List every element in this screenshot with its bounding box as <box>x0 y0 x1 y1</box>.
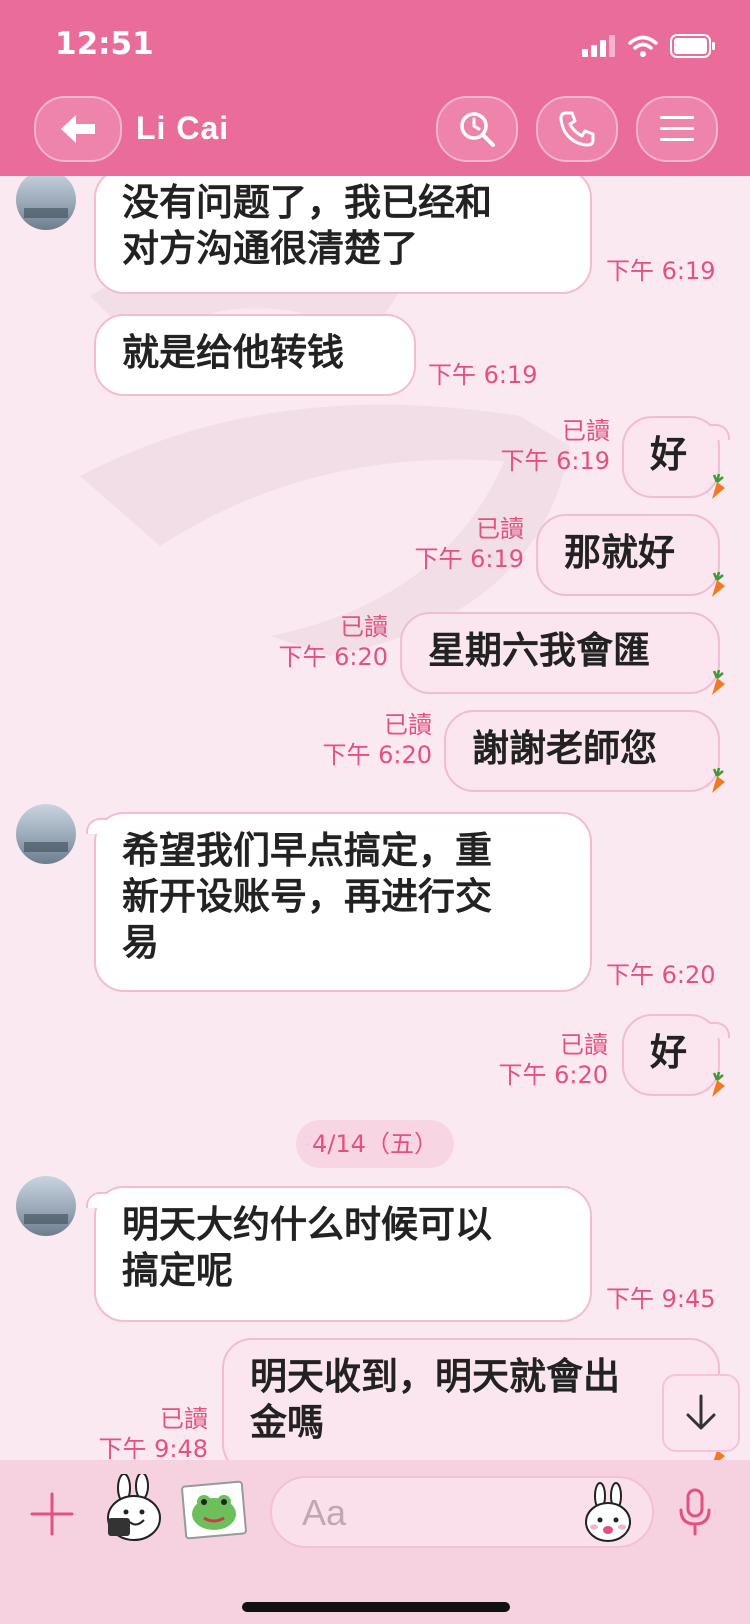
composer-bar: Aa <box>0 1460 750 1624</box>
message-time: 下午 6:19 <box>606 257 716 285</box>
message-time: 下午 6:20 <box>498 1061 608 1089</box>
bubble-tail <box>86 818 106 834</box>
menu-button[interactable] <box>636 96 718 162</box>
search-icon <box>460 112 495 147</box>
message-line: 好 <box>650 433 687 476</box>
emoji-sticker-icon[interactable] <box>582 1482 634 1544</box>
read-receipt: 已讀 <box>562 417 610 445</box>
contact-avatar[interactable] <box>16 804 76 864</box>
back-button[interactable] <box>34 96 122 162</box>
message-time: 下午 6:20 <box>322 741 432 769</box>
carrot-icon <box>712 768 725 793</box>
signal-icon <box>582 35 615 57</box>
message-time: 下午 9:45 <box>606 1285 716 1313</box>
menu-icon <box>660 116 694 141</box>
plus-icon[interactable] <box>30 1492 74 1536</box>
carrot-icon <box>712 1072 725 1097</box>
message-line: 易 <box>122 921 159 964</box>
message-input[interactable]: Aa <box>270 1476 654 1548</box>
read-receipt: 已讀 <box>560 1031 608 1059</box>
message-line: 那就好 <box>564 531 675 574</box>
message-line: 就是给他转钱 <box>122 331 344 374</box>
wifi-icon <box>628 35 658 57</box>
message-line: 新开设账号，再进行交 <box>122 875 492 918</box>
nav-row: Li Cai <box>0 96 750 168</box>
status-time: 12:51 <box>55 26 154 62</box>
message-time: 下午 6:20 <box>606 961 716 989</box>
sticker-frog-photo-icon[interactable] <box>180 1480 248 1540</box>
message-time: 下午 6:19 <box>414 545 524 573</box>
date-separator: 4/14（五） <box>296 1120 454 1168</box>
contact-avatar[interactable] <box>16 1176 76 1236</box>
bubble-tail <box>710 1022 730 1038</box>
back-arrow-icon <box>61 115 95 143</box>
read-receipt: 已讀 <box>384 711 432 739</box>
message-line: 謝謝老師您 <box>472 727 657 770</box>
message-bubble-incoming[interactable]: 明天大约什么时候可以 搞定呢 <box>94 1186 592 1322</box>
read-receipt: 已讀 <box>340 613 388 641</box>
message-time: 下午 6:19 <box>500 447 610 475</box>
search-button[interactable] <box>436 96 518 162</box>
message-line: 星期六我會匯 <box>428 629 650 672</box>
read-receipt: 已讀 <box>476 515 524 543</box>
message-line: 金嗎 <box>250 1401 324 1444</box>
message-time: 下午 9:48 <box>98 1435 208 1460</box>
status-bar: 12:51 <box>0 0 750 90</box>
scroll-to-bottom-button[interactable] <box>662 1374 740 1452</box>
message-line: 希望我们早点搞定，重 <box>122 829 492 872</box>
chat-header: 12:51 Li Cai <box>0 0 750 176</box>
message-line: 明天大约什么时候可以 <box>122 1203 492 1246</box>
message-line: 好 <box>650 1031 687 1074</box>
battery-icon <box>670 34 715 58</box>
contact-name: Li Cai <box>136 110 230 146</box>
microphone-icon[interactable] <box>678 1488 712 1536</box>
contact-avatar[interactable] <box>16 176 76 230</box>
phone-icon <box>559 111 595 147</box>
message-bubble-outgoing[interactable]: 明天收到，明天就會出 金嗎 <box>222 1338 720 1460</box>
read-receipt: 已讀 <box>160 1405 208 1433</box>
message-bubble-incoming[interactable]: 就是给他转钱 <box>94 314 416 396</box>
carrot-icon <box>712 572 725 597</box>
message-bubble-outgoing[interactable]: 星期六我會匯 <box>400 612 720 694</box>
home-indicator <box>242 1602 510 1612</box>
bubble-tail <box>86 1192 106 1208</box>
message-bubble-incoming[interactable]: 没有问题了，我已经和 对方沟通很清楚了 <box>94 176 592 294</box>
message-bubble-incoming[interactable]: 希望我们早点搞定，重 新开设账号，再进行交 易 <box>94 812 592 992</box>
bubble-tail <box>710 424 730 440</box>
message-line: 没有问题了，我已经和 <box>122 181 492 224</box>
message-line: 明天收到，明天就會出 <box>250 1355 620 1398</box>
status-icons <box>582 34 716 58</box>
message-bubble-outgoing[interactable]: 那就好 <box>536 514 720 596</box>
message-list[interactable]: 没有问题了，我已经和 对方沟通很清楚了 下午 6:19 就是给他转钱 下午 6:… <box>0 176 750 1460</box>
sticker-bunny-icon[interactable] <box>100 1474 168 1544</box>
arrow-down-icon <box>686 1394 716 1430</box>
message-time: 下午 6:20 <box>278 643 388 671</box>
call-button[interactable] <box>536 96 618 162</box>
message-bubble-outgoing[interactable]: 謝謝老師您 <box>444 710 720 792</box>
message-time: 下午 6:19 <box>428 361 538 389</box>
message-line: 对方沟通很清楚了 <box>122 227 418 270</box>
message-line: 搞定呢 <box>122 1249 233 1292</box>
message-input-placeholder: Aa <box>302 1492 347 1533</box>
carrot-icon <box>712 474 725 499</box>
carrot-icon <box>712 670 725 695</box>
